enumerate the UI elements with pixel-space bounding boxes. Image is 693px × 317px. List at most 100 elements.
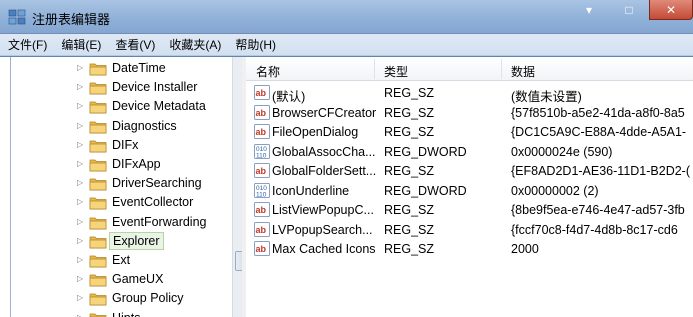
value-name: FileOpenDialog bbox=[272, 125, 359, 139]
string-value-icon: ab bbox=[254, 241, 270, 256]
value-name: BrowserCFCreator bbox=[272, 105, 377, 120]
folder-icon bbox=[89, 274, 107, 287]
menu-file[interactable]: 文件(F) bbox=[8, 36, 47, 53]
minimize-icon: ▾ bbox=[585, 3, 593, 17]
value-data: {57f8510b-a5e2-41da-a8f0-8a5 bbox=[511, 105, 685, 120]
value-type: REG_SZ bbox=[384, 86, 435, 100]
value-row[interactable]: ab Max Cached Icons REG_SZ 2000 bbox=[246, 239, 693, 259]
value-name: ListViewPopupC... bbox=[272, 203, 374, 217]
column-header-type[interactable]: 类型 bbox=[384, 63, 408, 80]
value-data: 0x00000002 (2) bbox=[511, 183, 599, 198]
svg-text:ab: ab bbox=[256, 225, 267, 235]
menu-view[interactable]: 查看(V) bbox=[115, 36, 155, 53]
svg-text:110: 110 bbox=[256, 191, 267, 198]
svg-text:ab: ab bbox=[256, 88, 267, 98]
value-type: REG_SZ bbox=[384, 242, 435, 256]
string-value-icon: ab bbox=[254, 202, 270, 217]
close-button[interactable]: ✕ bbox=[649, 0, 693, 20]
folder-icon bbox=[89, 294, 107, 306]
tree-item[interactable]: ▷ Diagnostics bbox=[11, 117, 233, 136]
value-row[interactable]: ab FileOpenDialog REG_SZ {DC1C5A9C-E88A-4dd… bbox=[246, 122, 693, 142]
tree-item[interactable]: ▷ GameUX bbox=[11, 270, 233, 289]
window-controls: ▾ □ ✕ bbox=[569, 0, 693, 20]
value-type: REG_SZ bbox=[384, 125, 435, 139]
value-row[interactable]: 010 110 GlobalAssocCha... REG_DWORD 0x000002… bbox=[246, 142, 693, 162]
maximize-button[interactable]: □ bbox=[609, 0, 649, 20]
expand-arrow-icon[interactable]: ▷ bbox=[77, 159, 85, 169]
registry-editor-icon bbox=[8, 9, 26, 25]
menu-favorites[interactable]: 收藏夹(A) bbox=[169, 36, 221, 53]
expand-arrow-icon[interactable]: ▷ bbox=[77, 217, 85, 227]
menu-edit[interactable]: 编辑(E) bbox=[61, 36, 101, 53]
value-name: Max Cached Icons bbox=[272, 242, 376, 256]
minimize-button[interactable]: ▾ bbox=[569, 0, 609, 20]
tree-item-label: Diagnostics bbox=[112, 118, 177, 133]
window-title: 注册表编辑器 bbox=[32, 12, 111, 27]
tree-item[interactable]: ▷ DIFx bbox=[11, 136, 233, 155]
title-bar[interactable]: 注册表编辑器 ▾ □ ✕ bbox=[0, 0, 693, 34]
expand-arrow-icon[interactable]: ▷ bbox=[77, 178, 85, 188]
folder-icon bbox=[89, 255, 107, 268]
expand-arrow-icon[interactable]: ▷ bbox=[77, 121, 85, 131]
expand-arrow-icon[interactable]: ▷ bbox=[77, 236, 85, 246]
value-data: 0x0000024e (590) bbox=[511, 144, 613, 159]
tree-item[interactable]: ▷ EventCollector bbox=[11, 193, 233, 212]
string-value-icon: ab bbox=[254, 163, 270, 178]
value-list[interactable]: 名称 类型 数据 ab (默认) REG_SZ (数值未设置) ab BrowserCFC… bbox=[246, 57, 693, 317]
tree-item[interactable]: ▷ Explorer bbox=[11, 231, 233, 251]
column-header-data[interactable]: 数据 bbox=[511, 63, 535, 80]
registry-tree[interactable]: ▷ DateTime ▷ Device Installer ▷ Device Metada… bbox=[10, 57, 242, 317]
string-value-icon: ab bbox=[254, 104, 270, 120]
svg-text:ab: ab bbox=[256, 205, 267, 215]
value-row[interactable]: ab GlobalFolderSett... REG_SZ {EF8AD2D1-AE3… bbox=[246, 161, 693, 181]
list-header: 名称 类型 数据 bbox=[246, 57, 693, 81]
tree-item[interactable]: ▷ DIFxApp bbox=[11, 155, 233, 174]
expand-arrow-icon[interactable]: ▷ bbox=[77, 101, 85, 111]
expand-arrow-icon[interactable]: ▷ bbox=[77, 255, 85, 265]
folder-icon bbox=[89, 63, 107, 76]
tree-item[interactable]: ▷ Device Installer bbox=[11, 78, 233, 97]
value-type: REG_SZ bbox=[384, 222, 435, 237]
tree-item-label: Group Policy bbox=[112, 291, 184, 306]
value-row[interactable]: ab ListViewPopupC... REG_SZ {8be9f5ea-e746-… bbox=[246, 200, 693, 220]
tree-item-label: Device Metadata bbox=[112, 99, 206, 114]
value-row[interactable]: ab (默认) REG_SZ (数值未设置) bbox=[246, 83, 693, 104]
tree-item[interactable]: ▷ DriverSearching bbox=[11, 174, 233, 193]
value-data: 2000 bbox=[511, 242, 539, 256]
value-data: {fccf70c8-f4d7-4d8b-8c17-cd6 bbox=[511, 222, 678, 237]
value-name: IconUnderline bbox=[272, 183, 350, 198]
svg-text:ab: ab bbox=[256, 127, 267, 137]
menu-help[interactable]: 帮助(H) bbox=[235, 36, 276, 53]
column-divider[interactable] bbox=[501, 59, 502, 79]
value-row[interactable]: ab LVPopupSearch... REG_SZ {fccf70c8-f4d7-4… bbox=[246, 220, 693, 240]
value-data: {8be9f5ea-e746-4e47-ad57-3fb bbox=[511, 203, 685, 217]
expand-arrow-icon[interactable]: ▷ bbox=[77, 82, 85, 92]
folder-icon bbox=[89, 198, 107, 210]
folder-icon bbox=[89, 159, 107, 172]
tree-item[interactable]: ▷ EventForwarding bbox=[11, 213, 233, 232]
value-name: GlobalFolderSett... bbox=[272, 164, 377, 178]
value-type: REG_DWORD bbox=[384, 144, 467, 159]
maximize-icon: □ bbox=[625, 3, 633, 17]
svg-text:110: 110 bbox=[256, 152, 267, 159]
expand-arrow-icon[interactable]: ▷ bbox=[77, 293, 85, 303]
menu-bar: 文件(F) 编辑(E) 查看(V) 收藏夹(A) 帮助(H) bbox=[0, 34, 693, 56]
expand-arrow-icon[interactable]: ▷ bbox=[77, 140, 85, 150]
value-row[interactable]: 010 110 IconUnderline REG_DWORD 0x00000002 (… bbox=[246, 181, 693, 201]
value-row[interactable]: ab BrowserCFCreator REG_SZ {57f8510b-a5e2-4… bbox=[246, 103, 693, 123]
tree-item-label: EventCollector bbox=[112, 195, 194, 210]
tree-item[interactable]: ▷ Hints bbox=[11, 309, 233, 317]
tree-item[interactable]: ▷ Device Metadata bbox=[11, 97, 233, 116]
value-name: GlobalAssocCha... bbox=[272, 144, 376, 159]
expand-arrow-icon[interactable]: ▷ bbox=[77, 313, 85, 317]
expand-arrow-icon[interactable]: ▷ bbox=[77, 197, 85, 207]
expand-arrow-icon[interactable]: ▷ bbox=[77, 274, 85, 284]
value-type: REG_SZ bbox=[384, 105, 435, 120]
column-divider[interactable] bbox=[374, 59, 375, 79]
expand-arrow-icon[interactable]: ▷ bbox=[77, 63, 85, 73]
tree-item-label: GameUX bbox=[112, 272, 164, 287]
tree-item[interactable]: ▷ Group Policy bbox=[11, 289, 233, 308]
tree-item[interactable]: ▷ DateTime bbox=[11, 59, 233, 78]
tree-item[interactable]: ▷ Ext bbox=[11, 251, 233, 270]
column-header-name[interactable]: 名称 bbox=[256, 63, 280, 80]
